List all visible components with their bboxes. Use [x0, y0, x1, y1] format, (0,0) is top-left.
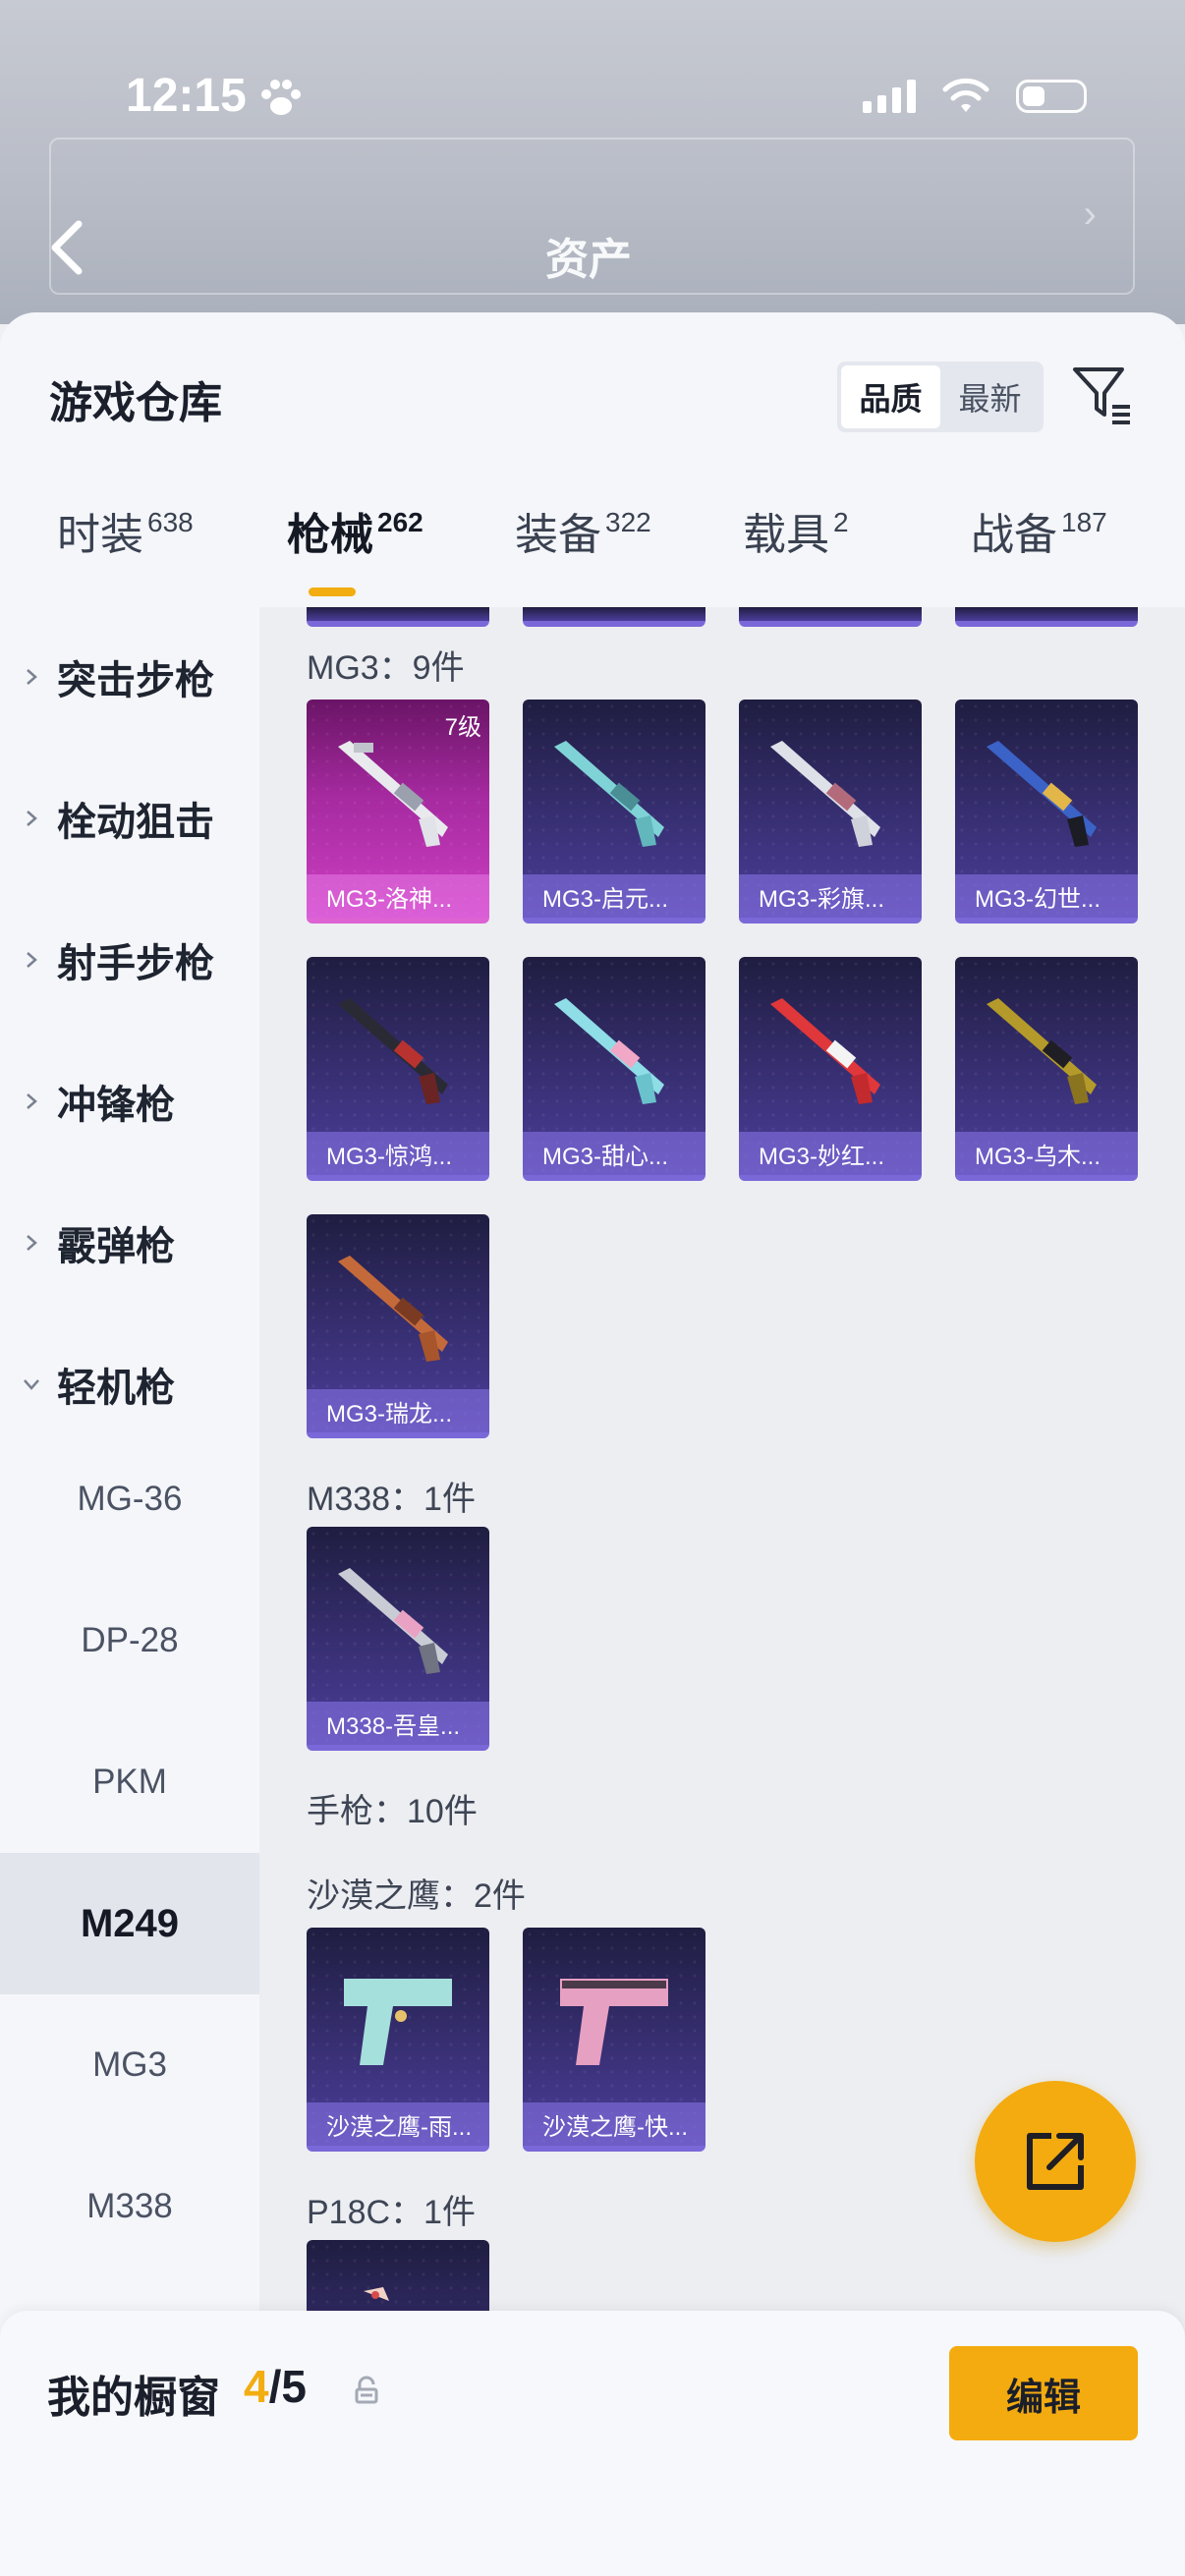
item-name: MG3-妙红... [739, 1132, 922, 1175]
group-label-pistol: 手枪：10件 [307, 1793, 478, 1830]
active-tab-indicator [309, 588, 356, 596]
sort-toggle: 品质 最新 [837, 362, 1044, 432]
group-label-deagle: 沙漠之鹰：2件 [307, 1877, 526, 1915]
subitem-pkm[interactable]: PKM [0, 1711, 259, 1853]
top-header: 12:15 资产 › [0, 0, 1185, 324]
gun-icon [554, 998, 664, 1104]
item-card[interactable]: 沙漠之鹰-雨... [307, 1928, 489, 2152]
item-card[interactable]: MG3-启元... [523, 700, 705, 924]
gun-icon [338, 1568, 448, 1674]
item-name: MG3-甜心... [523, 1132, 705, 1175]
subitem-mg3[interactable]: MG3 [0, 1994, 259, 2136]
item-card[interactable] [739, 607, 922, 627]
paw-icon [261, 80, 301, 115]
warehouse-sheet: 游戏仓库 品质 最新 时装 638 枪械 262 装备 322 载具 2 战备 187 突… [0, 312, 1185, 2576]
item-card[interactable]: 7级 MG3-洛神... [307, 700, 489, 924]
tab-firearms[interactable]: 枪械 262 [287, 499, 423, 562]
item-card[interactable]: MG3-妙红... [739, 957, 922, 1181]
gun-icon [987, 741, 1097, 847]
category-bolt-sniper[interactable]: 栓动狙击 [0, 774, 259, 863]
item-name: MG3-幻世... [955, 874, 1138, 918]
gun-icon [554, 741, 664, 847]
showcase-bar: 我的橱窗 4/5 编辑 [0, 2311, 1185, 2576]
subitem-m249[interactable]: M249 [0, 1853, 259, 1994]
item-name: MG3-彩旗... [739, 874, 922, 918]
subitem-dp28[interactable]: DP-28 [0, 1570, 259, 1711]
chevron-right-icon [27, 1093, 37, 1109]
category-smg[interactable]: 冲锋枪 [0, 1057, 259, 1146]
item-name: MG3-惊鸿... [307, 1132, 489, 1175]
item-name: 沙漠之鹰-快... [523, 2102, 705, 2146]
gun-icon [338, 1256, 448, 1362]
level-badge: 7级 [444, 714, 481, 741]
item-card[interactable] [523, 607, 705, 627]
item-card[interactable] [307, 607, 489, 627]
item-name: MG3-洛神... [307, 874, 489, 918]
item-name: MG3-乌木... [955, 1132, 1138, 1175]
chevron-right-icon [27, 1235, 37, 1251]
item-card[interactable]: MG3-幻世... [955, 700, 1138, 924]
subitem-mg36[interactable]: MG-36 [0, 1428, 259, 1570]
group-label-mg3: MG3：9件 [307, 649, 465, 687]
tab-vehicles[interactable]: 载具 2 [743, 499, 849, 562]
page-title: 资产 [545, 236, 632, 284]
category-assault-rifle[interactable]: 突击步枪 [0, 633, 259, 721]
category-tabs: 时装 638 枪械 262 装备 322 载具 2 战备 187 [0, 499, 1185, 597]
item-card[interactable]: MG3-甜心... [523, 957, 705, 1181]
pistol-icon [344, 1979, 452, 2065]
sort-newest-option[interactable]: 最新 [940, 365, 1040, 428]
item-card[interactable]: 沙漠之鹰-快... [523, 1928, 705, 2152]
item-grid: MG3：9件 7级 MG3-洛神... MG3-启元... MG3-彩旗... … [259, 607, 1185, 2576]
item-card[interactable]: MG3-瑞龙... [307, 1214, 489, 1438]
item-card[interactable] [955, 607, 1138, 627]
share-icon [1027, 2133, 1084, 2190]
chevron-down-icon [24, 1379, 39, 1390]
status-icons [863, 77, 1087, 116]
tab-fashion[interactable]: 时装 638 [57, 499, 194, 562]
item-name: MG3-瑞龙... [307, 1389, 489, 1432]
lock-icon [355, 2376, 378, 2404]
chevron-right-icon: › [1083, 193, 1097, 236]
category-marksman-rifle[interactable]: 射手步枪 [0, 916, 259, 1004]
item-card[interactable]: M338-吾皇... [307, 1527, 489, 1751]
chevron-right-icon [27, 811, 37, 826]
chevron-right-icon [27, 669, 37, 685]
item-name: 沙漠之鹰-雨... [307, 2102, 489, 2146]
group-label-m338: M338：1件 [307, 1481, 476, 1518]
item-name: M338-吾皇... [307, 1702, 489, 1745]
gun-icon [338, 998, 448, 1104]
showcase-count: 4/5 [244, 2361, 307, 2412]
category-lmg[interactable]: 轻机枪 [0, 1340, 259, 1428]
gun-icon [770, 998, 880, 1104]
subitem-m338[interactable]: M338 [0, 2136, 259, 2277]
tab-equipment[interactable]: 装备 322 [515, 499, 651, 562]
status-time: 12:15 [126, 70, 247, 122]
tab-supplies[interactable]: 战备 187 [971, 499, 1107, 562]
gun-icon [987, 998, 1097, 1104]
wifi-icon [942, 78, 989, 112]
battery-icon [1016, 80, 1087, 113]
chevron-right-icon [27, 952, 37, 968]
item-card[interactable]: MG3-乌木... [955, 957, 1138, 1181]
signal-icon [863, 80, 916, 113]
item-card[interactable]: MG3-惊鸿... [307, 957, 489, 1181]
edit-button[interactable]: 编辑 [949, 2346, 1138, 2440]
share-button[interactable] [975, 2081, 1136, 2242]
category-shotgun[interactable]: 霰弹枪 [0, 1199, 259, 1287]
item-card[interactable]: MG3-彩旗... [739, 700, 922, 924]
filter-icon[interactable] [1071, 364, 1134, 426]
gun-icon [338, 741, 448, 847]
gun-icon [770, 741, 880, 847]
sheet-title: 游戏仓库 [49, 379, 222, 427]
sort-quality-option[interactable]: 品质 [841, 365, 940, 428]
back-icon[interactable] [47, 218, 86, 277]
item-name: MG3-启元... [523, 874, 705, 918]
pistol-icon [560, 1979, 668, 2065]
group-label-p18c: P18C：1件 [307, 2194, 476, 2231]
showcase-title: 我的橱窗 [47, 2374, 220, 2422]
weapon-category-list: 突击步枪 栓动狙击 射手步枪 冲锋枪 霰弹枪 轻机枪 MG-36 DP-28 P… [0, 607, 259, 2576]
